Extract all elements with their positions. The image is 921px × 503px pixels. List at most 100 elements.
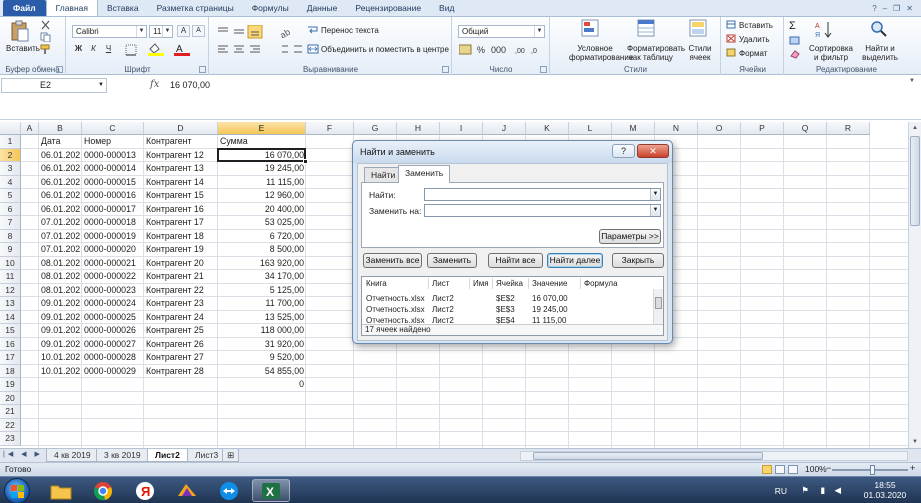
new-sheet-icon[interactable]: ⊞ — [222, 449, 240, 462]
cell-c9[interactable]: 0000-000020 — [84, 243, 142, 256]
clipboard-launcher-icon[interactable] — [56, 66, 63, 73]
cell-c12[interactable]: 0000-000023 — [84, 284, 142, 297]
cell-b4[interactable]: 06.01.2020 — [41, 176, 80, 189]
cell-c7[interactable]: 0000-000018 — [84, 216, 142, 229]
chevron-down-icon[interactable]: ▼ — [98, 79, 104, 92]
cut-icon[interactable] — [40, 20, 52, 30]
results-column-header[interactable]: Имя — [473, 279, 489, 288]
cell-e17[interactable]: 9 520,00 — [220, 351, 304, 364]
result-cell[interactable]: Отчетность.xlsx — [366, 304, 425, 315]
row-header-14[interactable]: 14 — [0, 310, 21, 324]
column-header-m[interactable]: M — [612, 122, 655, 135]
insert-cells-icon[interactable] — [726, 20, 737, 30]
cell-d3[interactable]: Контрагент 13 — [146, 162, 216, 175]
column-header-f[interactable]: F — [306, 122, 354, 135]
font-launcher-icon[interactable] — [199, 66, 206, 73]
results-column-header[interactable]: Значение — [532, 279, 567, 288]
results-scroll-thumb[interactable] — [655, 297, 662, 309]
column-header-i[interactable]: I — [440, 122, 483, 135]
column-header-j[interactable]: J — [483, 122, 526, 135]
cell-e3[interactable]: 19 245,00 — [220, 162, 304, 175]
horizontal-scrollbar[interactable] — [520, 451, 908, 461]
cell-b17[interactable]: 10.01.2020 — [41, 351, 80, 364]
horizontal-align-icons[interactable] — [216, 44, 276, 56]
chevron-down-icon[interactable]: ▼ — [534, 26, 544, 37]
replace-all-button[interactable]: Заменить все — [363, 253, 422, 268]
cell-d7[interactable]: Контрагент 17 — [146, 216, 216, 229]
sheet-tab-list2[interactable]: Лист2 — [147, 449, 188, 462]
cell-b13[interactable]: 09.01.2020 — [41, 297, 80, 310]
row-header-21[interactable]: 21 — [0, 405, 21, 419]
fill-handle[interactable] — [303, 159, 308, 164]
paste-icon[interactable] — [10, 20, 30, 42]
column-header-n[interactable]: N — [655, 122, 698, 135]
taskbar-explorer[interactable] — [42, 479, 80, 502]
select-all-corner[interactable] — [0, 122, 21, 135]
dialog-tab-find[interactable]: Найти — [364, 167, 403, 182]
tab-page-layout[interactable]: Разметка страницы — [148, 0, 243, 16]
row-header-12[interactable]: 12 — [0, 283, 21, 297]
column-header-g[interactable]: G — [354, 122, 397, 135]
find-select-icon[interactable] — [869, 19, 889, 39]
wrap-text-icon[interactable] — [307, 24, 319, 36]
column-header-k[interactable]: K — [526, 122, 569, 135]
column-header-d[interactable]: D — [144, 122, 218, 135]
cell-b14[interactable]: 09.01.2020 — [41, 311, 80, 324]
cell-b6[interactable]: 06.01.2020 — [41, 203, 80, 216]
cell-b7[interactable]: 07.01.2020 — [41, 216, 80, 229]
find-all-button[interactable]: Найти все — [488, 253, 543, 268]
cell-b18[interactable]: 10.01.2020 — [41, 365, 80, 378]
row-header-16[interactable]: 16 — [0, 337, 21, 351]
page-break-view-icon[interactable] — [788, 465, 798, 474]
font-size-combo[interactable]: 11 ▼ — [149, 25, 173, 38]
cell-e4[interactable]: 11 115,00 — [220, 176, 304, 189]
delete-cells-button[interactable]: Удалить — [739, 35, 770, 44]
format-cells-icon[interactable] — [726, 48, 737, 58]
results-column-header[interactable]: Книга — [366, 279, 387, 288]
cell-e6[interactable]: 20 400,00 — [220, 203, 304, 216]
wrap-text-button[interactable]: Перенос текста — [321, 26, 379, 35]
format-cells-button[interactable]: Формат — [739, 49, 767, 58]
cell-d8[interactable]: Контрагент 18 — [146, 230, 216, 243]
column-header-b[interactable]: B — [39, 122, 82, 135]
window-minimize-icon[interactable]: – — [883, 4, 887, 13]
results-column-divider[interactable] — [528, 278, 529, 289]
close-button[interactable]: Закрыть — [612, 253, 664, 268]
cell-b8[interactable]: 07.01.2020 — [41, 230, 80, 243]
row-header-18[interactable]: 18 — [0, 364, 21, 378]
horizontal-scroll-thumb[interactable] — [533, 452, 763, 460]
copy-icon[interactable] — [40, 32, 52, 42]
cell-c17[interactable]: 0000-000028 — [84, 351, 142, 364]
indent-icons[interactable] — [278, 44, 304, 56]
cell-c15[interactable]: 0000-000026 — [84, 324, 142, 337]
cell-e7[interactable]: 53 025,00 — [220, 216, 304, 229]
cell-b5[interactable]: 06.01.2020 — [41, 189, 80, 202]
column-header-l[interactable]: L — [569, 122, 612, 135]
dialog-help-button[interactable]: ? — [612, 144, 635, 158]
cell-e8[interactable]: 6 720,00 — [220, 230, 304, 243]
number-format-icons[interactable]: % 000 ,00 ,0 — [459, 44, 547, 56]
cell-b3[interactable]: 06.01.2020 — [41, 162, 80, 175]
result-cell[interactable]: 11 115,00 — [532, 315, 566, 326]
sheet-tab-3kv2019[interactable]: 3 кв 2019 — [96, 449, 149, 462]
cell-e11[interactable]: 34 170,00 — [220, 270, 304, 283]
cell-b2[interactable]: 06.01.2020 — [41, 149, 80, 162]
row-header-11[interactable]: 11 — [0, 270, 21, 284]
language-indicator[interactable]: RU — [775, 486, 787, 496]
cell-d18[interactable]: Контрагент 28 — [146, 365, 216, 378]
tab-home[interactable]: Главная — [45, 0, 98, 16]
insert-cells-button[interactable]: Вставить — [739, 21, 773, 30]
clear-icon[interactable] — [789, 49, 801, 59]
row-header-22[interactable]: 22 — [0, 418, 21, 432]
cell-e15[interactable]: 118 000,00 — [220, 324, 304, 337]
dialog-tab-replace[interactable]: Заменить — [398, 165, 451, 183]
find-select-button[interactable]: Найти и выделить — [861, 44, 899, 62]
chevron-down-icon[interactable]: ▼ — [136, 26, 146, 37]
result-cell[interactable]: $E$3 — [496, 304, 515, 315]
column-header-e[interactable]: E — [218, 122, 306, 135]
results-column-header[interactable]: Формула — [584, 279, 618, 288]
result-cell[interactable]: 19 245,00 — [532, 304, 568, 315]
name-box[interactable]: E2 ▼ — [1, 78, 107, 93]
column-header-p[interactable]: P — [741, 122, 784, 135]
row-header-15[interactable]: 15 — [0, 324, 21, 338]
